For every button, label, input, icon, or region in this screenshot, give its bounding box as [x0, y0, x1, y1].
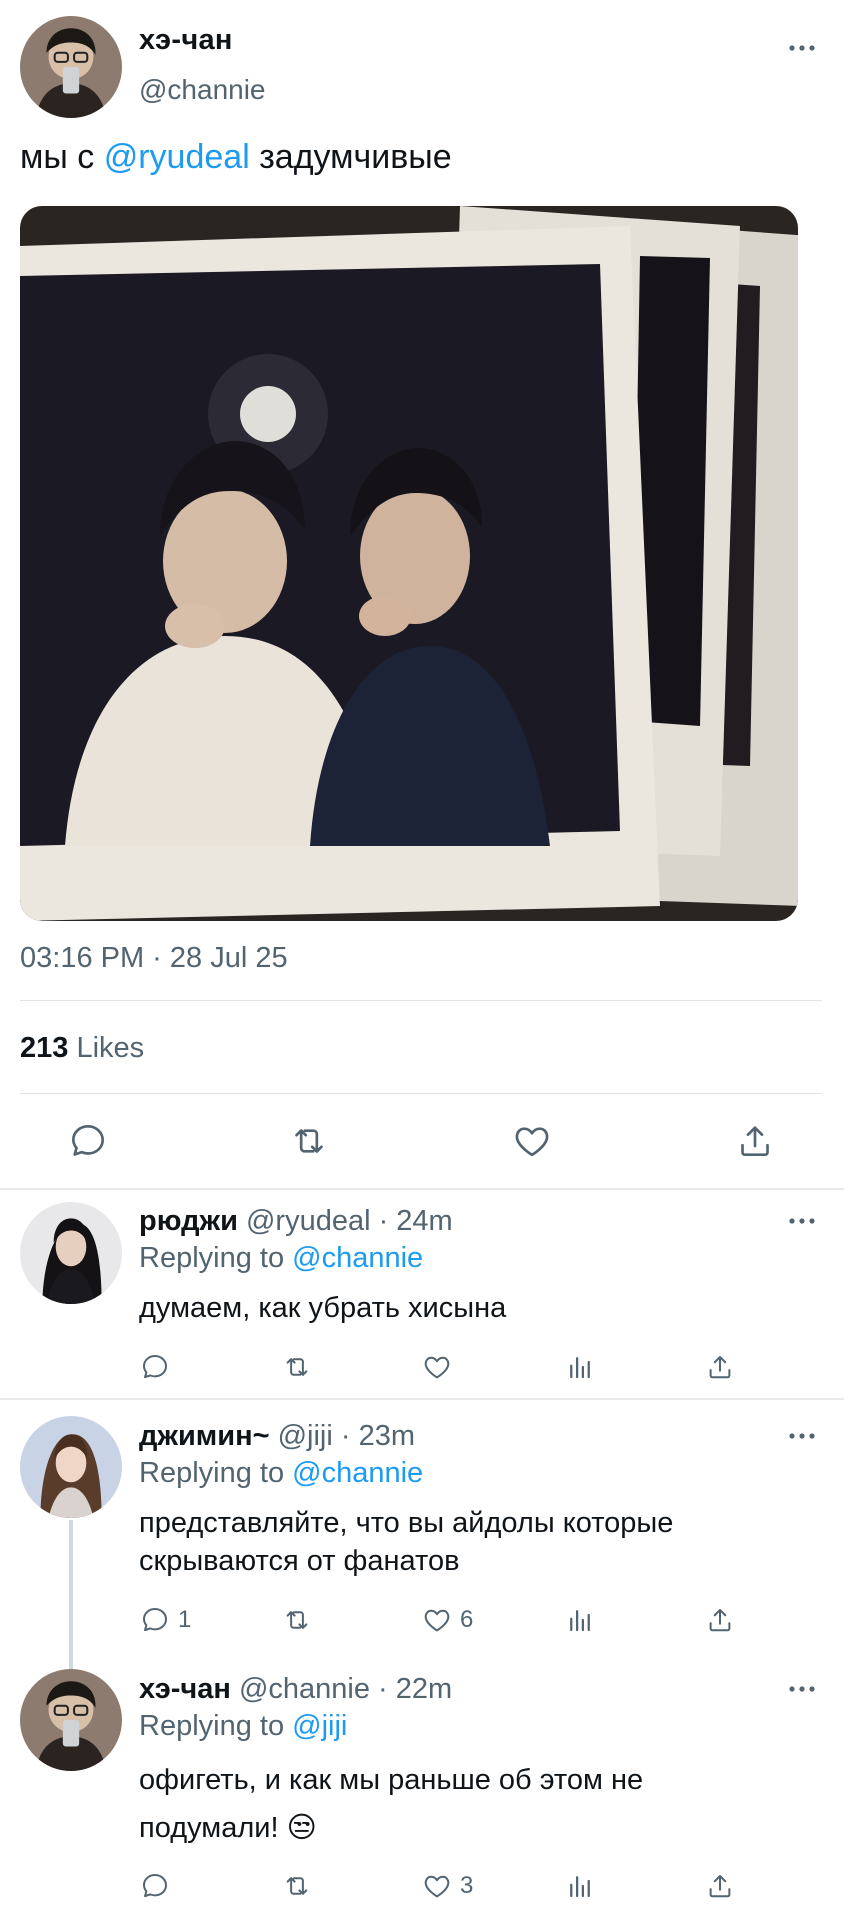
replying-to-link[interactable]: @channie: [292, 1457, 423, 1489]
like-count: 3: [460, 1872, 474, 1899]
reply-header: хэ-чан @channie · 22m: [139, 1673, 452, 1706]
reply-icon: [140, 1605, 170, 1635]
reply-handle-time[interactable]: @channie · 22m: [239, 1673, 452, 1705]
like-button[interactable]: 6: [422, 1605, 473, 1635]
reply-avatar[interactable]: [20, 1202, 122, 1304]
tweet-text: мы с @ryudeal задумчивые: [20, 138, 452, 176]
divider: [0, 1398, 844, 1400]
reply-text: думаем, как убрать хисына: [139, 1292, 507, 1324]
share-button[interactable]: [735, 1121, 775, 1161]
author-handle[interactable]: @channie: [139, 74, 266, 106]
views-button[interactable]: [565, 1352, 595, 1382]
reply-header: джимин~ @jiji · 23m: [139, 1420, 415, 1453]
retweet-icon: [289, 1121, 329, 1161]
retweet-icon: [282, 1871, 312, 1901]
reply-author-name[interactable]: рюджи: [139, 1205, 238, 1237]
replying-to: Replying to @channie: [139, 1457, 424, 1489]
views-button[interactable]: [565, 1605, 595, 1635]
more-icon: [788, 1432, 816, 1440]
reply-icon: [140, 1352, 170, 1382]
likes-count[interactable]: 213 Likes: [20, 1032, 144, 1065]
divider: [0, 1188, 844, 1190]
reply-count: 1: [178, 1606, 192, 1633]
like-count: 6: [460, 1606, 474, 1633]
like-icon: [422, 1605, 452, 1635]
tweet-timestamp[interactable]: 03:16 PM · 28 Jul 25: [20, 942, 288, 975]
divider: [20, 1000, 822, 1001]
like-icon: [422, 1871, 452, 1901]
views-button[interactable]: [565, 1871, 595, 1901]
reply-button[interactable]: [140, 1352, 170, 1382]
reply-text: офигеть, и как мы раньше об этом не подум…: [139, 1764, 644, 1844]
tweet-photo[interactable]: [20, 206, 798, 921]
thread-line: [69, 1520, 73, 1670]
author-name[interactable]: хэ-чан: [139, 24, 233, 57]
reply-button[interactable]: [68, 1121, 108, 1161]
reply-avatar[interactable]: [20, 1669, 122, 1771]
reply-icon: [68, 1121, 108, 1161]
reply-more-button[interactable]: [784, 1679, 820, 1699]
like-icon: [512, 1121, 552, 1161]
share-icon: [705, 1871, 735, 1901]
divider: [20, 1093, 822, 1094]
replying-to: Replying to @jiji: [139, 1710, 348, 1742]
more-icon: [788, 1217, 816, 1225]
share-icon: [705, 1605, 735, 1635]
reply-header: рюджи @ryudeal · 24m: [139, 1205, 453, 1238]
reply-button[interactable]: [140, 1871, 170, 1901]
more-icon: [788, 44, 816, 52]
like-button[interactable]: [512, 1121, 552, 1161]
retweet-button[interactable]: [289, 1121, 329, 1161]
replying-to: Replying to @channie: [139, 1242, 424, 1274]
reply-author-name[interactable]: джимин~: [139, 1420, 270, 1452]
retweet-button[interactable]: [282, 1605, 312, 1635]
share-button[interactable]: [705, 1352, 735, 1382]
replying-to-link[interactable]: @jiji: [292, 1710, 347, 1742]
retweet-button[interactable]: [282, 1352, 312, 1382]
more-icon: [788, 1685, 816, 1693]
replying-to-link[interactable]: @channie: [292, 1242, 423, 1274]
retweet-icon: [282, 1352, 312, 1382]
reply-handle-time[interactable]: @ryudeal · 24m: [246, 1205, 453, 1237]
retweet-button[interactable]: [282, 1871, 312, 1901]
share-button[interactable]: [705, 1871, 735, 1901]
views-icon: [565, 1352, 595, 1382]
reply-handle-time[interactable]: @jiji · 23m: [278, 1420, 415, 1452]
share-button[interactable]: [705, 1605, 735, 1635]
views-icon: [565, 1605, 595, 1635]
author-avatar[interactable]: [20, 16, 122, 118]
reply-more-button[interactable]: [784, 1211, 820, 1231]
share-icon: [705, 1352, 735, 1382]
share-icon: [735, 1121, 775, 1161]
reply-avatar[interactable]: [20, 1416, 122, 1518]
views-icon: [565, 1871, 595, 1901]
like-button[interactable]: [422, 1352, 452, 1382]
reply-button[interactable]: 1: [140, 1605, 191, 1635]
reply-icon: [140, 1871, 170, 1901]
reply-text: представляйте, что вы айдолы которые скры…: [139, 1507, 674, 1577]
retweet-icon: [282, 1605, 312, 1635]
like-button[interactable]: 3: [422, 1871, 473, 1901]
like-icon: [422, 1352, 452, 1382]
reply-author-name[interactable]: хэ-чан: [139, 1673, 231, 1705]
reply-more-button[interactable]: [784, 1426, 820, 1446]
more-options-button[interactable]: [784, 38, 820, 58]
mention-link[interactable]: @ryudeal: [104, 138, 250, 176]
